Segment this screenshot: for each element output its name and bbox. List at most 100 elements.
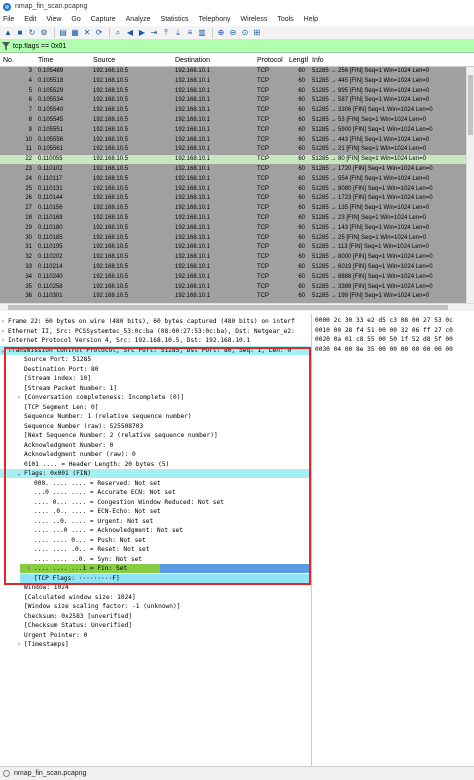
menu-file[interactable]: File [3, 16, 14, 23]
packet-row[interactable]: 23 0.110102 192.168.10.5 192.168.10.1 TCP 60 5… [0, 165, 466, 174]
detail-tree-row[interactable]: › Frame 22: 60 bytes on wire (480 bits), … [0, 317, 311, 326]
detail-tree-row[interactable]: Sequence Number (raw): 525508703 [0, 422, 311, 431]
packet-row[interactable]: 29 0.110180 192.168.10.5 192.168.10.1 TCP 60 5… [0, 224, 466, 233]
detail-tree-row[interactable]: .... .... ..0. = Syn: Not set [0, 555, 311, 564]
detail-tree-row[interactable]: .... 0... .... = Congestion Window Reduc… [0, 498, 311, 507]
detail-tree-row[interactable]: 000. .... .... = Reserved: Not set [0, 479, 311, 488]
menu-view[interactable]: View [46, 16, 61, 23]
packet-row[interactable]: 7 0.105540 192.168.10.5 192.168.10.1 TCP 60 51… [0, 106, 466, 115]
display-filter-input[interactable] [13, 42, 413, 50]
packet-row[interactable]: 27 0.110156 192.168.10.5 192.168.10.1 TCP 60 5… [0, 204, 466, 213]
packet-row[interactable]: 5 0.105529 192.168.10.5 192.168.10.1 TCP 60 51… [0, 87, 466, 96]
column-destination[interactable]: Destination [175, 57, 210, 64]
reload-icon[interactable]: ⟳ [94, 28, 104, 38]
filter-bookmark-icon[interactable] [2, 42, 10, 50]
detail-tree-row[interactable]: .... ..0. .... = Urgent: Not set [0, 517, 311, 526]
packet-list-hscroll[interactable] [0, 303, 474, 311]
detail-tree-row[interactable]: Sequence Number: 1 (relative sequence nu… [0, 412, 311, 421]
packet-row[interactable]: 25 0.110131 192.168.10.5 192.168.10.1 TCP 60 5… [0, 185, 466, 194]
column-length[interactable]: Lengtl [289, 57, 308, 64]
close-file-icon[interactable]: ✕ [82, 28, 92, 38]
packet-list-vscroll[interactable] [466, 67, 474, 303]
packet-row[interactable]: 8 0.105545 192.168.10.5 192.168.10.1 TCP 60 51… [0, 116, 466, 125]
detail-tree-row[interactable]: Window: 1024 [0, 583, 311, 592]
detail-tree-row[interactable]: [TCP Flags: ·········F] [20, 573, 310, 583]
resize-columns-icon[interactable]: ⊞ [252, 28, 262, 38]
detail-tree-row[interactable]: ⌄ Transmission Control Protocol, Src Port… [0, 345, 311, 355]
menu-edit[interactable]: Edit [24, 16, 36, 23]
detail-tree-row[interactable]: [Calculated window size: 1024] [0, 593, 311, 602]
packet-row[interactable]: 26 0.110144 192.168.10.5 192.168.10.1 TCP 60 5… [0, 194, 466, 203]
capture-status-icon[interactable] [3, 770, 10, 777]
packet-row[interactable]: 35 0.110258 192.168.10.5 192.168.10.1 TCP 60 5… [0, 283, 466, 292]
detail-tree-row[interactable]: 0101 .... = Header Length: 20 bytes (5) [0, 460, 311, 469]
column-time[interactable]: Time [38, 57, 53, 64]
hex-row[interactable]: 0030 04 00 8e 35 00 00 00 00 00 00 00 [315, 345, 453, 354]
detail-tree-row[interactable]: › [Conversation completeness: Incomplete … [0, 393, 311, 402]
packet-row[interactable]: 3 0.105489 192.168.10.5 192.168.10.1 TCP 60 51… [0, 67, 466, 76]
detail-tree-row[interactable]: .... .... 0... = Push: Not set [0, 536, 311, 545]
first-icon[interactable]: ⤒ [161, 28, 171, 38]
collapsed-caret-icon[interactable]: › [17, 640, 21, 649]
packet-row[interactable]: 11 0.105561 192.168.10.5 192.168.10.1 TCP 60 5… [0, 145, 466, 154]
packet-row[interactable]: 34 0.110240 192.168.10.5 192.168.10.1 TCP 60 5… [0, 273, 466, 282]
packet-row[interactable]: 31 0.110195 192.168.10.5 192.168.10.1 TCP 60 5… [0, 243, 466, 252]
shark-fin-icon[interactable]: ▲ [3, 28, 13, 38]
collapsed-caret-icon[interactable]: › [17, 393, 21, 402]
colorize-icon[interactable]: ▥ [197, 28, 207, 38]
menu-statistics[interactable]: Statistics [161, 16, 189, 23]
detail-tree-row[interactable]: › Internet Protocol Version 4, Src: 192.1… [0, 336, 311, 345]
packet-row[interactable]: 4 0.105518 192.168.10.5 192.168.10.1 TCP 60 51… [0, 77, 466, 86]
detail-tree-row[interactable]: [Checksum Status: Unverified] [0, 621, 311, 630]
detail-tree-row[interactable]: Acknowledgment number (raw): 0 [0, 450, 311, 459]
back-icon[interactable]: ◀ [125, 28, 135, 38]
column-source[interactable]: Source [93, 57, 115, 64]
scroll-thumb[interactable] [468, 75, 473, 135]
packet-row[interactable]: 36 0.110301 192.168.10.5 192.168.10.1 TCP 60 5… [0, 292, 466, 301]
detail-tree-row[interactable]: Urgent Pointer: 0 [0, 631, 311, 640]
menu-wireless[interactable]: Wireless [240, 16, 267, 23]
detail-tree-row[interactable]: › Ethernet II, Src: PCSSystemtec_53:0c:ba… [0, 327, 311, 336]
collapsed-caret-icon[interactable]: › [1, 327, 5, 336]
packet-row[interactable]: 33 0.110214 192.168.10.5 192.168.10.1 TCP 60 5… [0, 263, 466, 272]
detail-tree-row[interactable]: Destination Port: 80 [0, 365, 311, 374]
find-icon[interactable]: ⌕ [113, 28, 123, 38]
zoom-reset-icon[interactable]: ⊙ [240, 28, 250, 38]
expanded-caret-icon[interactable]: ⌄ [17, 469, 21, 478]
detail-tree-row[interactable]: ...0 .... .... = Accurate ECN: Not set [0, 488, 311, 497]
packet-row[interactable]: 32 0.110202 192.168.10.5 192.168.10.1 TCP 60 5… [0, 253, 466, 262]
packet-row[interactable]: 10 0.105556 192.168.10.5 192.168.10.1 TCP 60 5… [0, 136, 466, 145]
column-protocol[interactable]: Protocol [257, 57, 283, 64]
menu-tools[interactable]: Tools [277, 16, 293, 23]
last-icon[interactable]: ⤓ [173, 28, 183, 38]
packet-row[interactable]: 6 0.105534 192.168.10.5 192.168.10.1 TCP 60 51… [0, 96, 466, 105]
zoom-in-icon[interactable]: ⊕ [216, 28, 226, 38]
menu-analyze[interactable]: Analyze [126, 16, 151, 23]
detail-tree-row[interactable]: .... .... .0.. = Reset: Not set [0, 545, 311, 554]
packet-row[interactable]: 30 0.110185 192.168.10.5 192.168.10.1 TCP 60 5… [0, 234, 466, 243]
detail-tree-row[interactable]: .... .0.. .... = ECN-Echo: Not set [0, 507, 311, 516]
packet-row[interactable]: 28 0.110169 192.168.10.5 192.168.10.1 TCP 60 5… [0, 214, 466, 223]
options-icon[interactable]: ⚙ [39, 28, 49, 38]
detail-tree-row[interactable]: Checksum: 0x2583 [unverified] [0, 612, 311, 621]
hex-row[interactable]: 0020 0a 01 c8 55 00 50 1f 52 d8 5f 00 [315, 335, 453, 344]
detail-tree-row[interactable]: ›.... .... ...1 = Fin: Set [0, 564, 311, 573]
goto-icon[interactable]: ⇥ [149, 28, 159, 38]
detail-tree-row[interactable]: [Stream index: 10] [0, 374, 311, 383]
open-icon[interactable]: ▤ [58, 28, 68, 38]
collapsed-caret-icon[interactable]: › [27, 564, 31, 573]
detail-tree-row[interactable]: › [Timestamps] [0, 640, 311, 649]
collapsed-caret-icon[interactable]: › [1, 336, 5, 345]
detail-tree-row[interactable]: ⌄ Flags: 0x001 (FIN) [0, 469, 311, 478]
restart-icon[interactable]: ↻ [27, 28, 37, 38]
detail-tree-row[interactable]: .... ...0 .... = Acknowledgment: Not set [0, 526, 311, 535]
scroll-thumb[interactable] [8, 305, 448, 310]
menu-capture[interactable]: Capture [91, 16, 116, 23]
column-info[interactable]: Info [312, 57, 324, 64]
autoscroll-icon[interactable]: ≡ [185, 28, 195, 38]
stop-icon[interactable]: ■ [15, 28, 25, 38]
collapsed-caret-icon[interactable]: › [1, 317, 5, 326]
detail-tree-row[interactable]: [Window size scaling factor: -1 (unknown… [0, 602, 311, 611]
packet-row[interactable]: 24 0.110117 192.168.10.5 192.168.10.1 TCP 60 5… [0, 175, 466, 184]
packet-row[interactable]: 22 0.110055 192.168.10.5 192.168.10.1 TCP 60 5… [0, 155, 466, 165]
